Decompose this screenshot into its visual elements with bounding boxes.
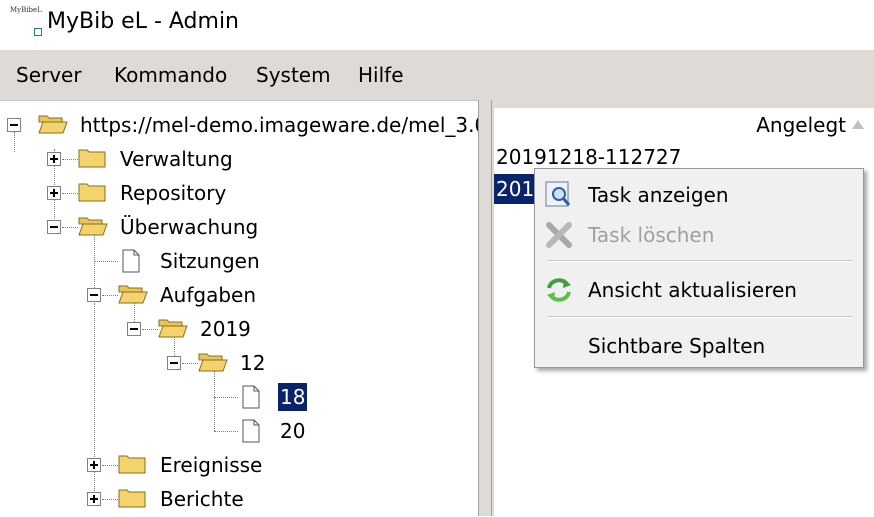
folder-open-icon xyxy=(158,319,188,338)
collapse-icon[interactable] xyxy=(127,322,141,336)
collapse-icon[interactable] xyxy=(87,288,101,302)
tree-label-year: 2019 xyxy=(200,317,251,341)
menu-item-task-loeschen[interactable]: Task löschen xyxy=(535,216,863,254)
collapse-icon[interactable] xyxy=(47,220,61,234)
navigation-tree[interactable]: https://mel-demo.imageware.de/mel_3.0 Ve… xyxy=(0,100,478,517)
tree-node-day-20[interactable]: 20 xyxy=(200,415,400,449)
title-bar: MyBibeL MyBib eL - Admin xyxy=(0,0,874,50)
expand-icon[interactable] xyxy=(87,492,101,506)
tree-label-root: https://mel-demo.imageware.de/mel_3.0 xyxy=(80,113,478,137)
document-icon xyxy=(242,419,260,443)
menu-item-ansicht-aktualisieren[interactable]: Ansicht aktualisieren xyxy=(535,271,863,309)
logo-text: MyBibeL xyxy=(10,6,42,14)
panel-splitter[interactable] xyxy=(478,100,492,516)
column-header-label: Angelegt xyxy=(756,113,846,137)
app-logo: MyBibeL xyxy=(10,6,44,38)
menu-system[interactable]: System xyxy=(256,63,331,87)
tree-node-repository[interactable]: Repository xyxy=(40,177,340,211)
sichtbare-spalten-label: Sichtbare Spalten xyxy=(588,334,766,358)
folder-open-icon xyxy=(38,115,68,134)
expand-icon[interactable] xyxy=(47,186,61,200)
ansicht-aktualisieren-label: Ansicht aktualisieren xyxy=(588,278,797,302)
menu-hilfe[interactable]: Hilfe xyxy=(358,63,404,87)
tree-node-ueberwachung[interactable]: Überwachung xyxy=(40,211,340,245)
refresh-icon xyxy=(547,278,571,302)
document-icon xyxy=(242,385,260,409)
expand-icon[interactable] xyxy=(87,458,101,472)
task-anzeigen-label: Task anzeigen xyxy=(588,183,729,207)
tree-node-month[interactable]: 12 xyxy=(160,347,460,381)
folder-icon xyxy=(78,149,106,168)
tree-node-ereignisse[interactable]: Ereignisse xyxy=(80,449,380,483)
window-title: MyBib eL - Admin xyxy=(47,9,239,34)
tree-label-day-selected: 18 xyxy=(278,383,308,411)
logo-mark xyxy=(34,28,42,36)
tree-label-sitzungen: Sitzungen xyxy=(160,249,260,273)
tree-node-root[interactable]: https://mel-demo.imageware.de/mel_3.0 xyxy=(0,109,478,143)
task-loeschen-label: Task löschen xyxy=(588,223,715,247)
tree-label-month: 12 xyxy=(240,351,266,375)
tree-node-sitzungen[interactable]: Sitzungen xyxy=(80,245,380,279)
folder-open-icon xyxy=(78,217,108,236)
folder-icon xyxy=(118,455,146,474)
tree-label-ueberwachung: Überwachung xyxy=(120,215,259,239)
tree-label-ereignisse: Ereignisse xyxy=(160,453,263,477)
folder-icon xyxy=(78,183,106,202)
folder-open-icon xyxy=(118,285,148,304)
tree-node-year[interactable]: 2019 xyxy=(120,313,420,347)
tree-node-day-18[interactable]: 18 xyxy=(200,381,400,415)
magnifier-icon xyxy=(545,181,571,207)
delete-icon xyxy=(546,222,572,248)
tree-label-berichte: Berichte xyxy=(160,487,244,511)
tree-label-verwaltung: Verwaltung xyxy=(120,147,233,171)
expand-icon[interactable] xyxy=(47,152,61,166)
menu-separator xyxy=(547,316,853,318)
sort-ascending-icon xyxy=(852,120,864,129)
menu-item-sichtbare-spalten[interactable]: Sichtbare Spalten xyxy=(535,327,863,365)
tree-node-verwaltung[interactable]: Verwaltung xyxy=(40,143,340,177)
tree-label-repository: Repository xyxy=(120,181,227,205)
collapse-icon[interactable] xyxy=(167,356,181,370)
column-header-angelegt[interactable]: Angelegt xyxy=(494,108,874,141)
menu-bar: Server Kommando System Hilfe xyxy=(0,50,874,100)
menu-kommando[interactable]: Kommando xyxy=(114,63,227,87)
tree-label-day-other: 20 xyxy=(280,419,306,443)
document-icon xyxy=(122,249,140,273)
tree-node-aufgaben[interactable]: Aufgaben xyxy=(80,279,380,313)
folder-open-icon xyxy=(198,353,228,372)
menu-item-task-anzeigen[interactable]: Task anzeigen xyxy=(535,176,863,214)
context-menu: Task anzeigen Task löschen Ansicht aktua… xyxy=(534,168,864,368)
menu-server[interactable]: Server xyxy=(16,63,82,87)
menu-separator xyxy=(547,260,853,262)
collapse-icon[interactable] xyxy=(7,118,21,132)
tree-node-berichte[interactable]: Berichte xyxy=(80,483,380,517)
folder-icon xyxy=(118,489,146,508)
tree-label-aufgaben: Aufgaben xyxy=(160,283,257,307)
